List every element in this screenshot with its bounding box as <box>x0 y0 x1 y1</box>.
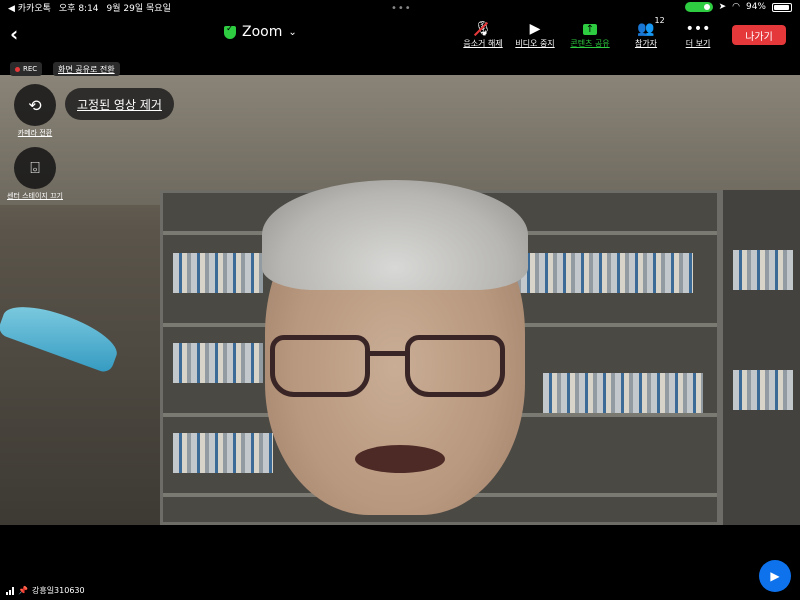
video-camera-icon: ▶ <box>529 21 541 37</box>
participant-name-tag: 📌 강흥일310630 <box>6 585 85 596</box>
signal-strength-icon <box>6 586 14 595</box>
video-bookshelf-right <box>720 190 800 525</box>
participant-glasses <box>270 335 510 405</box>
meeting-title: Zoom <box>242 24 283 40</box>
unpin-video-button[interactable]: 고정된 영상 제거 <box>65 88 174 120</box>
record-dot-icon <box>15 66 20 72</box>
mic-off-icon: 🎙 <box>474 21 492 37</box>
meeting-info-button[interactable]: Zoom ⌄ <box>224 24 297 40</box>
stop-video-button[interactable]: ▶ 비디오 중지 <box>505 20 565 49</box>
center-stage-icon: ⌻ <box>30 158 40 177</box>
switch-to-share-button[interactable]: 화면 공유로 전환 <box>53 62 120 76</box>
camera-flip-icon: ⟲ <box>28 95 42 115</box>
ios-status-bar: ◀ 카카오톡 오후 8:14 9월 29일 목요일 ••• ➤ ◠ 94% <box>0 0 800 14</box>
participant-mouth <box>355 445 445 473</box>
pin-icon: 📌 <box>18 586 28 595</box>
unmute-button[interactable]: 🎙 음소거 해제 <box>453 20 513 49</box>
share-up-arrow-icon: ↑ <box>582 23 598 35</box>
back-to-app-link[interactable]: ◀ 카카오톡 <box>8 1 51 14</box>
participant-name: 강흥일310630 <box>31 586 85 595</box>
leave-button[interactable]: 나가기 <box>732 25 786 45</box>
switch-camera-button[interactable]: ⟲ 카메라 전환 <box>13 84 57 137</box>
participant-hair <box>262 180 528 290</box>
more-button[interactable]: ••• 더 보기 <box>668 20 728 49</box>
toggle-indicator-icon <box>684 2 713 12</box>
multitasking-dots-icon[interactable]: ••• <box>391 3 412 14</box>
more-dots-icon: ••• <box>685 21 711 37</box>
video-camera-icon: ▶ <box>770 569 780 583</box>
participant-count: 12 <box>654 16 665 25</box>
center-stage-off-button[interactable]: ⌻ 센터 스테이지 끄기 <box>7 147 63 200</box>
share-content-button[interactable]: ↑ 콘텐츠 공유 <box>560 20 620 49</box>
back-chevron-icon[interactable]: ‹ <box>10 22 18 46</box>
status-date: 9월 29일 목요일 <box>106 3 171 14</box>
location-icon: ➤ <box>718 2 727 12</box>
participants-icon: 👥 <box>637 21 655 37</box>
battery-icon <box>772 2 792 12</box>
battery-percent: 94% <box>745 2 766 12</box>
encryption-shield-icon <box>224 24 236 39</box>
video-lamp <box>0 295 124 375</box>
participants-button[interactable]: 👥 12 참가자 <box>616 16 676 49</box>
zoom-toolbar: ‹ Zoom ⌄ 🎙 음소거 해제 ▶ 비디오 중지 ↑ 콘텐츠 공유 👥12 … <box>0 14 800 54</box>
wifi-icon: ◠ <box>732 2 740 12</box>
status-time: 오후 8:14 <box>58 3 99 14</box>
camera-floating-button[interactable]: ▶ <box>759 560 791 592</box>
recording-badge[interactable]: REC <box>10 62 43 76</box>
chevron-down-icon: ⌄ <box>288 26 297 38</box>
